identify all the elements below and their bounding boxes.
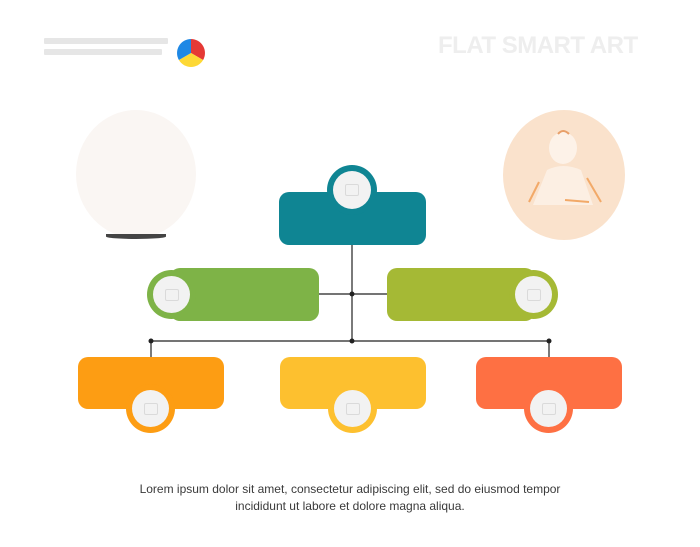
node-icon: [345, 184, 359, 196]
node-icon: [541, 402, 556, 415]
node-icon-ring-level2-left: [147, 270, 196, 319]
refresh-icon: [526, 288, 541, 301]
node-icon-ring-level2-right: [509, 270, 558, 319]
node-icon-ring-level3-left: [126, 384, 175, 433]
node-icon-ring-level3-right: [524, 384, 573, 433]
node-icon: [345, 402, 360, 415]
node-icon-ring-level3-middle: [328, 384, 377, 433]
caption-line-2: incididunt ut labore et dolore magna ali…: [235, 499, 465, 513]
node-icon-ring-top: [327, 165, 377, 215]
node-icon: [164, 288, 179, 301]
caption-text: Lorem ipsum dolor sit amet, consectetur …: [100, 481, 600, 515]
org-connector-lines: [148, 245, 552, 357]
caption-line-1: Lorem ipsum dolor sit amet, consectetur …: [139, 482, 561, 496]
node-icon: [143, 402, 158, 415]
